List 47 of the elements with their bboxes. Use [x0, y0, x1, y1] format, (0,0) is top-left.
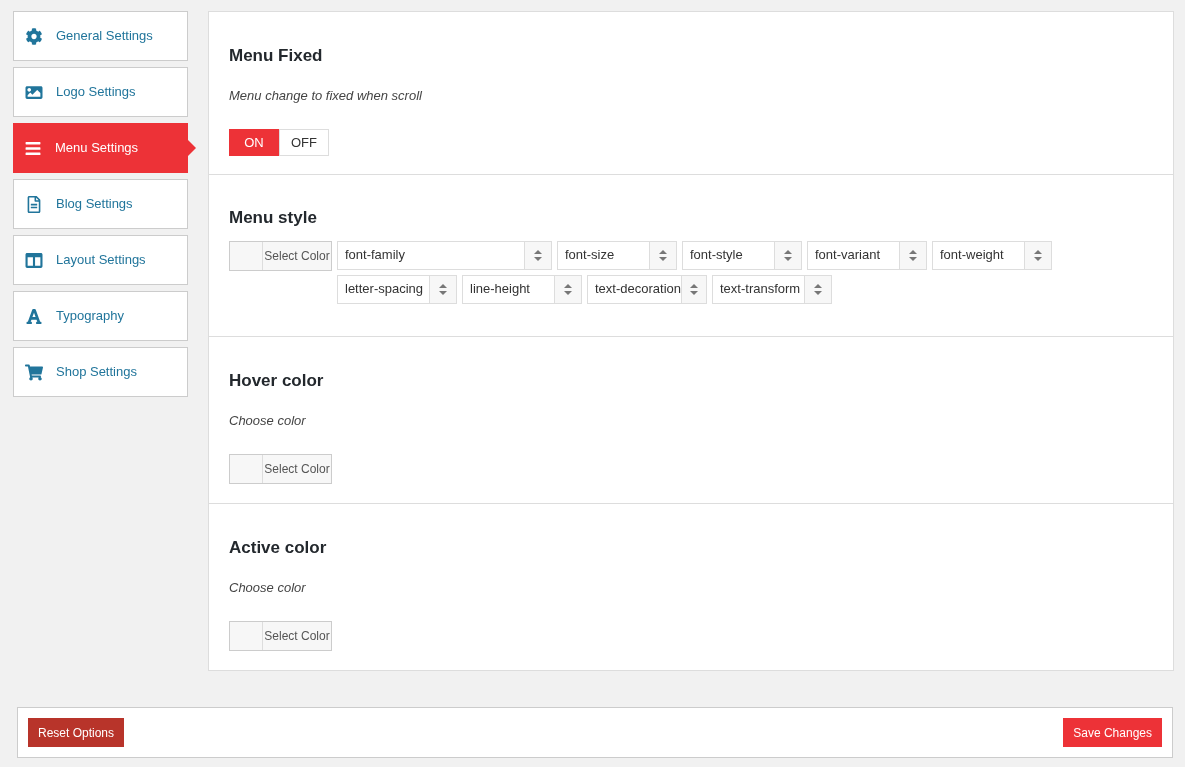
- select-dropdown[interactable]: letter-spacing: [337, 274, 457, 304]
- sidebar-item[interactable]: Menu Settings: [13, 123, 188, 173]
- select-dropdown[interactable]: font-variant: [807, 240, 927, 270]
- document-icon: [25, 195, 43, 213]
- columns-icon: [25, 251, 43, 269]
- sort-arrows-icon: [564, 283, 572, 295]
- toggle-option[interactable]: OFF: [279, 129, 329, 156]
- letter-icon: [25, 307, 43, 325]
- sort-arrows-icon: [1034, 249, 1042, 261]
- select-dropdown[interactable]: font-style: [682, 240, 802, 270]
- select-dropdown[interactable]: font-weight: [932, 240, 1052, 270]
- sort-arrows-icon: [659, 249, 667, 261]
- select-dropdown[interactable]: font-family: [337, 240, 552, 270]
- sidebar-item[interactable]: Blog Settings: [13, 179, 188, 229]
- sidebar-item[interactable]: General Settings: [13, 11, 188, 61]
- color-picker-button[interactable]: Select Color: [229, 621, 332, 651]
- image-icon: [25, 83, 43, 101]
- sort-arrows-icon: [690, 283, 698, 295]
- sidebar-item[interactable]: Shop Settings: [13, 347, 188, 397]
- section-title: Menu Fixed: [229, 45, 324, 67]
- color-picker-button[interactable]: Select Color: [229, 240, 332, 271]
- select-dropdown[interactable]: font-size: [557, 240, 677, 270]
- section-title: Active color: [229, 537, 328, 559]
- cart-icon: [25, 363, 43, 381]
- select-dropdown[interactable]: text-transform: [712, 274, 832, 304]
- sidebar-item[interactable]: Layout Settings: [13, 235, 188, 285]
- select-dropdown[interactable]: text-decoration: [587, 274, 707, 304]
- sort-arrows-icon: [439, 283, 447, 295]
- menu-icon: [24, 139, 42, 157]
- sort-arrows-icon: [534, 249, 542, 261]
- section-description: Choose color: [229, 578, 307, 597]
- section-title: Menu style: [229, 207, 318, 229]
- reset-button[interactable]: Reset Options: [28, 718, 125, 747]
- pointer-arrow-icon: [188, 140, 196, 156]
- select-dropdown[interactable]: line-height: [462, 274, 582, 304]
- sort-arrows-icon: [784, 249, 792, 261]
- save-button[interactable]: Save Changes: [1063, 718, 1162, 747]
- section-description: Choose color: [229, 411, 307, 430]
- gear-icon: [25, 27, 43, 45]
- color-picker-button[interactable]: Select Color: [229, 454, 332, 484]
- sidebar-item[interactable]: Logo Settings: [13, 67, 188, 117]
- section-description: Menu change to fixed when scroll: [229, 86, 423, 105]
- sidebar-item[interactable]: Typography: [13, 291, 188, 341]
- sort-arrows-icon: [909, 249, 917, 261]
- section-title: Hover color: [229, 370, 325, 392]
- sort-arrows-icon: [814, 283, 822, 295]
- toggle-option[interactable]: ON: [229, 129, 279, 156]
